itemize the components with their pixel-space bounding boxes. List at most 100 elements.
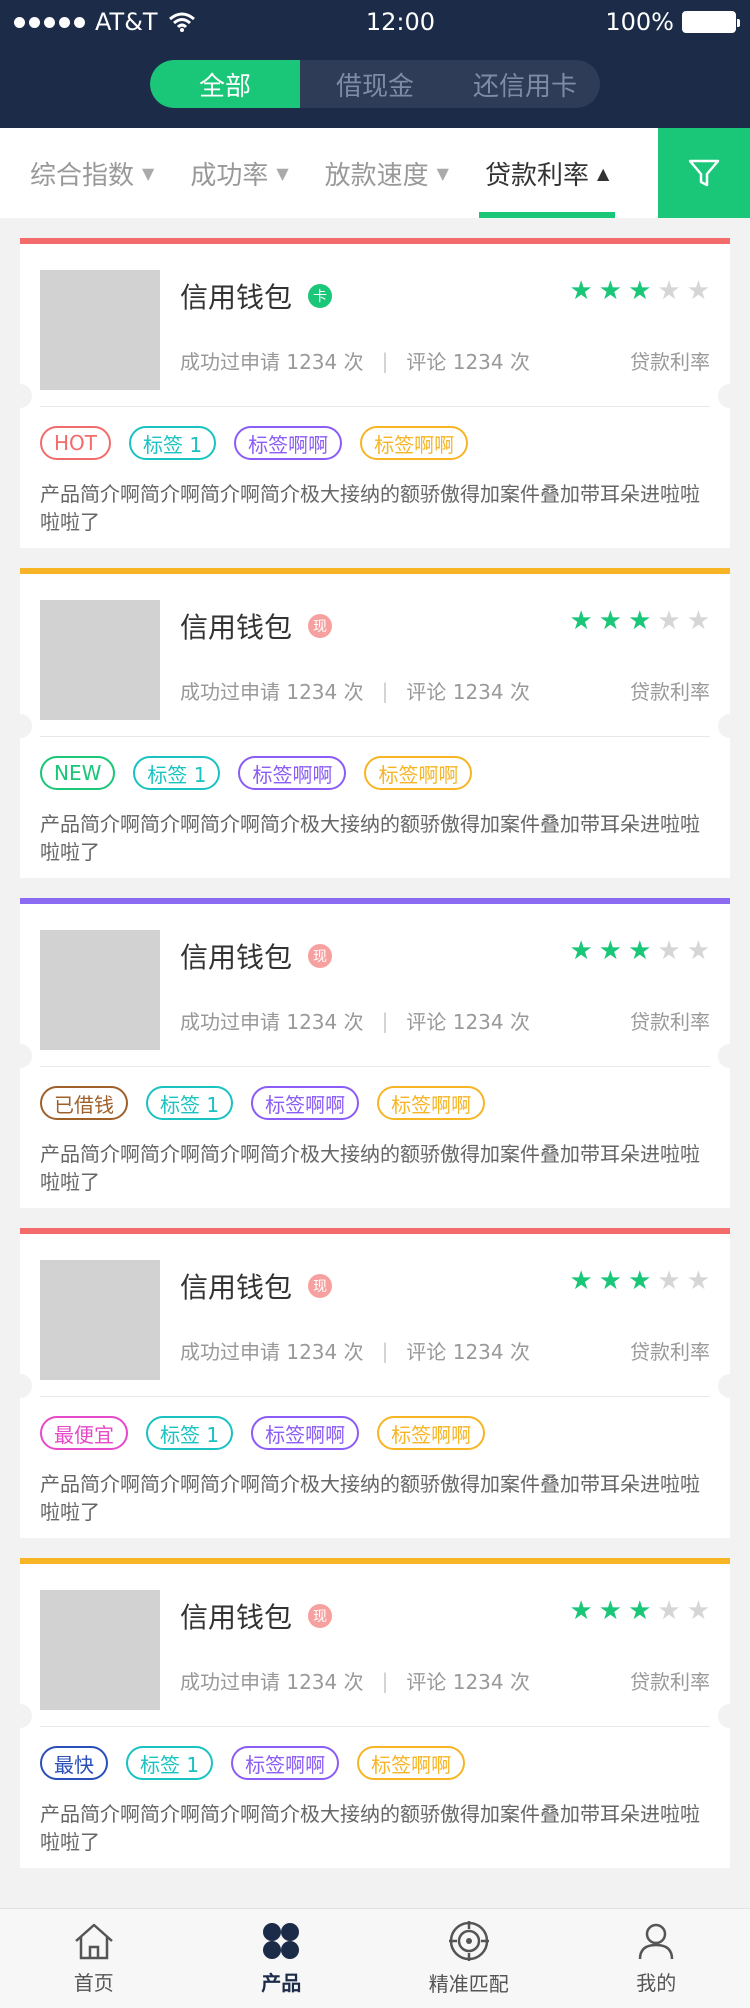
product-title: 信用钱包 现	[180, 606, 333, 646]
rating-stars: ★ ★ ★ ★ ★	[569, 1598, 710, 1624]
product-type-badge: 现	[308, 944, 333, 968]
card-notch	[718, 1704, 742, 1728]
product-stats: 成功过申请 1234 次 | 评论 1234 次	[180, 1666, 530, 1695]
stats-separator: |	[381, 348, 389, 373]
product-image	[40, 1590, 160, 1710]
sort-label: 综合指数	[30, 160, 135, 191]
sort-success-rate[interactable]: 成功率 ▼	[190, 128, 288, 218]
product-title: 信用钱包 现	[180, 1266, 333, 1306]
tag-row: HOT 标签 1 标签啊啊 标签啊啊	[40, 426, 469, 460]
filter-button[interactable]	[658, 128, 750, 218]
card-notch	[8, 1374, 32, 1398]
product-tag: 标签啊啊	[231, 1746, 340, 1780]
rate-label: 贷款利率	[630, 1670, 710, 1694]
caret-down-icon: ▼	[276, 163, 289, 183]
product-description: 产品简介啊简介啊简介啊简介极大接纳的额骄傲得加案件叠加带耳朵进啦啦啦啦了	[40, 1472, 700, 1524]
star-icon: ★	[628, 1266, 652, 1296]
target-icon	[448, 1921, 489, 1961]
product-card[interactable]: 信用钱包 现 ★ ★ ★ ★ ★ 成功过申请 1234 次 | 评论 1234 次 贷款…	[8, 1558, 742, 1868]
tab-products[interactable]: 产品	[188, 1909, 376, 2008]
product-card[interactable]: 信用钱包 现 ★ ★ ★ ★ ★ 成功过申请 1234 次 | 评论 1234 次 贷款…	[8, 1228, 742, 1538]
product-description: 产品简介啊简介啊简介啊简介极大接纳的额骄傲得加案件叠加带耳朵进啦啦啦啦了	[40, 812, 700, 864]
success-count: 成功过申请 1234 次	[180, 350, 364, 374]
card-accent-line	[20, 898, 730, 904]
success-count: 成功过申请 1234 次	[180, 1010, 364, 1034]
star-icon: ★	[657, 1266, 681, 1296]
product-tag: 标签啊啊	[377, 1416, 486, 1450]
tab-me[interactable]: 我的	[563, 1909, 750, 2008]
product-stats: 成功过申请 1234 次 | 评论 1234 次	[180, 1336, 530, 1365]
card-notch	[718, 1374, 742, 1398]
product-tag: 标签 1	[146, 1416, 234, 1450]
product-name: 信用钱包	[180, 1601, 293, 1634]
product-card[interactable]: 信用钱包 现 ★ ★ ★ ★ ★ 成功过申请 1234 次 | 评论 1234 次 贷款…	[8, 568, 742, 878]
segment-cash[interactable]: 借现金	[300, 60, 450, 108]
product-tag: 标签 1	[146, 1086, 234, 1120]
sort-interest-rate[interactable]: 贷款利率 ▲	[478, 128, 616, 218]
star-icon: ★	[569, 606, 593, 636]
comment-count: 评论 1234 次	[406, 350, 530, 374]
product-tag: 标签啊啊	[360, 426, 469, 460]
product-tag: 标签啊啊	[238, 756, 347, 790]
product-description: 产品简介啊简介啊简介啊简介极大接纳的额骄傲得加案件叠加带耳朵进啦啦啦啦了	[40, 482, 700, 534]
product-name: 信用钱包	[180, 941, 293, 974]
rate-label: 贷款利率	[630, 350, 710, 374]
product-tag: 最快	[40, 1746, 108, 1780]
tab-home[interactable]: 首页	[0, 1909, 188, 2008]
card-notch	[718, 384, 742, 408]
success-count: 成功过申请 1234 次	[180, 1340, 364, 1364]
star-icon: ★	[686, 606, 710, 636]
card-divider	[40, 1726, 710, 1727]
product-stats: 成功过申请 1234 次 | 评论 1234 次	[180, 1006, 530, 1035]
star-icon: ★	[598, 1596, 623, 1626]
rating-stars: ★ ★ ★ ★ ★	[569, 278, 710, 304]
comment-count: 评论 1234 次	[406, 1340, 530, 1364]
star-icon: ★	[657, 606, 681, 636]
carrier-label: AT&T	[95, 8, 158, 36]
star-icon: ★	[598, 936, 623, 966]
star-icon: ★	[569, 1596, 593, 1626]
product-type-badge: 现	[308, 614, 333, 638]
star-icon: ★	[628, 936, 652, 966]
sort-loan-speed[interactable]: 放款速度 ▼	[325, 128, 449, 218]
card-divider	[40, 1066, 710, 1067]
rate-label: 贷款利率	[630, 1340, 710, 1364]
status-right: 100%	[605, 8, 740, 36]
home-icon	[74, 1923, 113, 1960]
battery-icon	[681, 11, 740, 33]
product-type-badge: 现	[308, 1274, 333, 1298]
tag-row: 最便宜 标签 1 标签啊啊 标签啊啊	[40, 1416, 486, 1450]
battery-percent: 100%	[605, 8, 674, 36]
stats-separator: |	[381, 1338, 389, 1363]
sort-composite[interactable]: 综合指数 ▼	[30, 128, 154, 218]
tab-label: 首页	[73, 1971, 114, 1995]
product-card[interactable]: 信用钱包 卡 ★ ★ ★ ★ ★ 成功过申请 1234 次 | 评论 1234 次 贷款…	[8, 238, 742, 548]
product-description: 产品简介啊简介啊简介啊简介极大接纳的额骄傲得加案件叠加带耳朵进啦啦啦啦了	[40, 1802, 700, 1854]
star-icon: ★	[569, 936, 593, 966]
product-card[interactable]: 信用钱包 现 ★ ★ ★ ★ ★ 成功过申请 1234 次 | 评论 1234 次 贷款…	[8, 898, 742, 1208]
product-tag: 标签啊啊	[364, 756, 473, 790]
category-segment: 全部 借现金 还信用卡	[150, 60, 600, 108]
product-title: 信用钱包 现	[180, 936, 333, 976]
segment-all[interactable]: 全部	[150, 60, 300, 108]
comment-count: 评论 1234 次	[406, 1010, 530, 1034]
product-name: 信用钱包	[180, 281, 293, 314]
product-image	[40, 1260, 160, 1380]
signal-icon	[14, 16, 85, 28]
segment-credit-card[interactable]: 还信用卡	[450, 60, 600, 108]
card-accent-line	[20, 568, 730, 574]
success-count: 成功过申请 1234 次	[180, 1670, 364, 1694]
tab-label: 产品	[261, 1971, 302, 1995]
star-icon: ★	[569, 1266, 593, 1296]
rating-stars: ★ ★ ★ ★ ★	[569, 938, 710, 964]
star-icon: ★	[686, 936, 710, 966]
card-divider	[40, 736, 710, 737]
tab-match[interactable]: 精准匹配	[375, 1909, 563, 2008]
card-divider	[40, 1396, 710, 1397]
sort-label: 贷款利率	[484, 160, 589, 191]
caret-down-icon: ▼	[142, 163, 155, 183]
star-icon: ★	[598, 1266, 623, 1296]
stats-separator: |	[381, 678, 389, 703]
card-notch	[718, 1044, 742, 1068]
product-title: 信用钱包 现	[180, 1596, 333, 1636]
